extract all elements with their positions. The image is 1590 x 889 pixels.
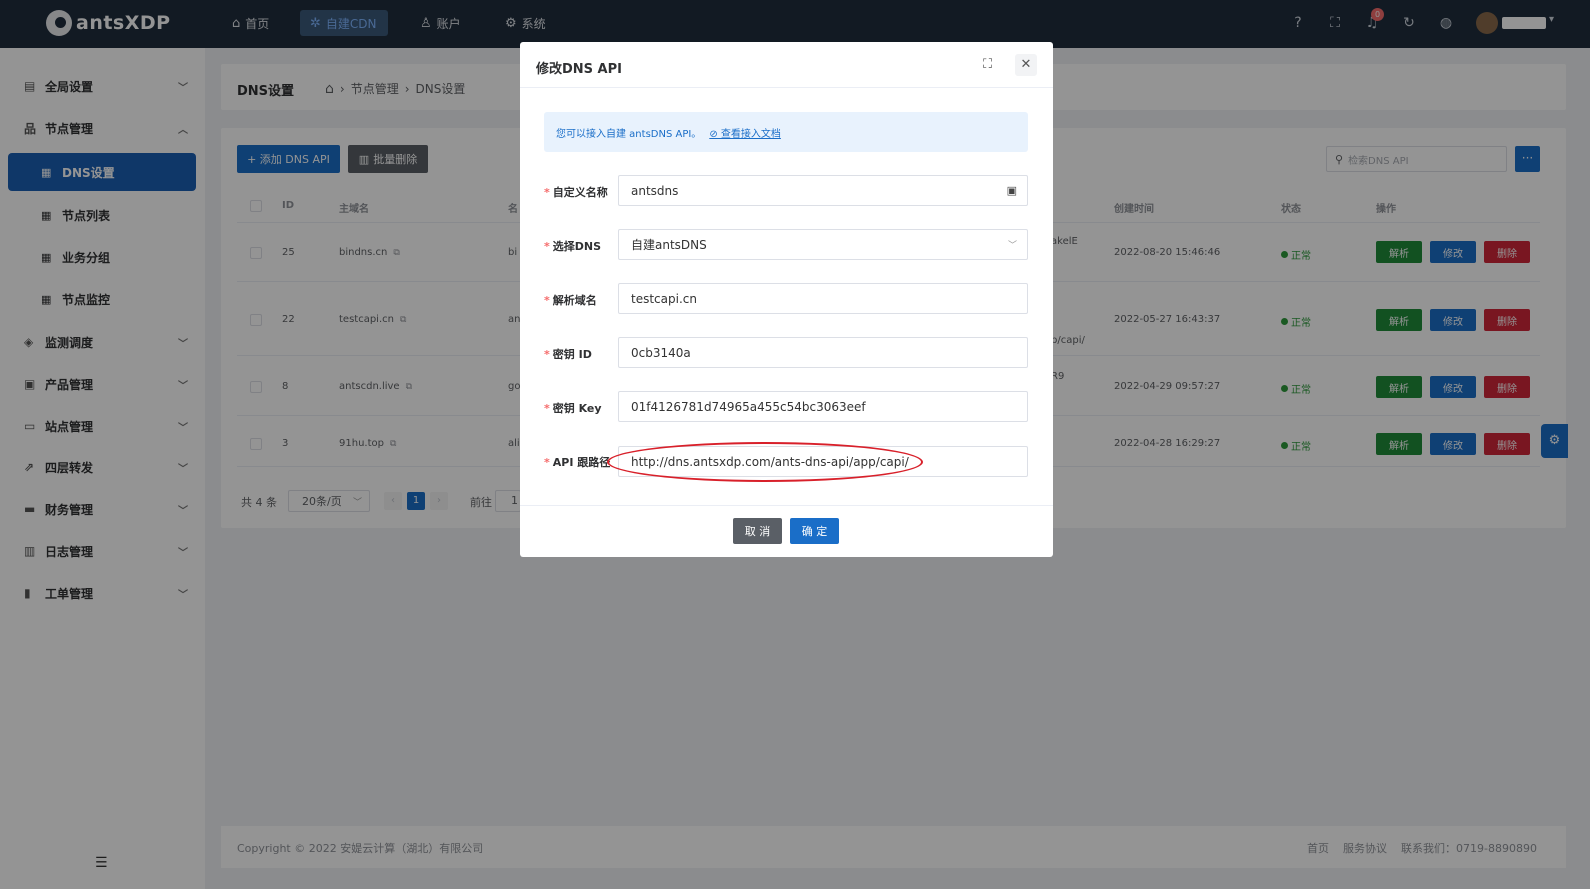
select-dns-dropdown[interactable]: 自建antsDNS ﹀ [618, 229, 1028, 260]
key-id-input[interactable]: 0cb3140a [618, 337, 1028, 368]
custom-name-input[interactable]: antsdns ▣ [618, 175, 1028, 206]
confirm-button[interactable]: 确 定 [790, 518, 839, 544]
annotation-highlight-ellipse [607, 442, 923, 482]
field-label-select-dns: * 选择DNS [544, 240, 602, 253]
view-docs-link[interactable]: ⊘ 查看接入文档 [709, 125, 781, 140]
dialog-title: 修改DNS API [536, 62, 622, 77]
key-secret-input[interactable]: 01f4126781d74965a455c54bc3063eef [618, 391, 1028, 422]
close-icon[interactable]: ✕ [1015, 54, 1037, 76]
field-label-key-secret: * 密钥 Key [544, 402, 602, 415]
alert-text: 您可以接入自建 antsDNS API。 [556, 128, 702, 140]
field-label-custom-name: * 自定义名称 [544, 186, 608, 199]
cancel-button[interactable]: 取 消 [733, 518, 782, 544]
info-alert: 您可以接入自建 antsDNS API。 ⊘ 查看接入文档 [544, 112, 1028, 152]
field-label-resolve-domain: * 解析域名 [544, 294, 597, 307]
resolve-domain-input[interactable]: testcapi.cn [618, 283, 1028, 314]
password-manager-icon[interactable]: ▣ [1007, 184, 1017, 197]
chevron-down-icon: ﹀ [1007, 241, 1017, 251]
divider [520, 87, 1053, 88]
field-label-api-root-path: * API 跟路径 [544, 456, 611, 469]
edit-dns-api-dialog: 修改DNS API ⛶ ✕ 您可以接入自建 antsDNS API。 ⊘ 查看接… [520, 42, 1053, 557]
divider [520, 505, 1053, 506]
field-label-key-id: * 密钥 ID [544, 348, 592, 361]
fullscreen-icon[interactable]: ⛶ [983, 57, 992, 72]
